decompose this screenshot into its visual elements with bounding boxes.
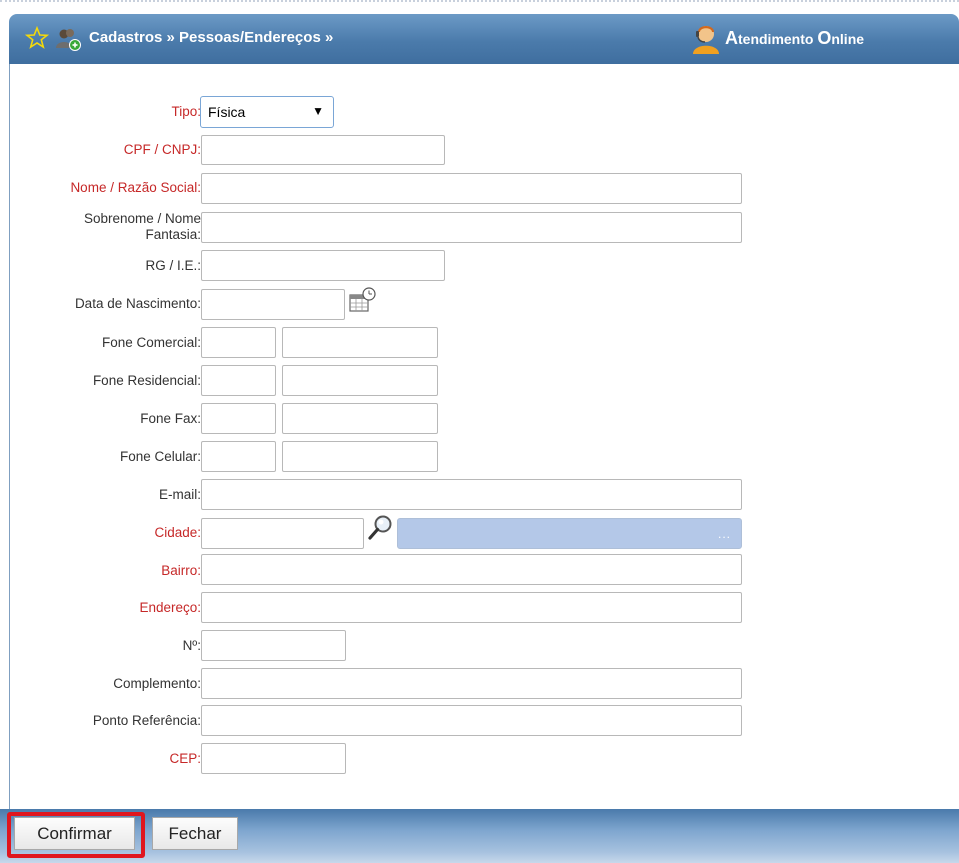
cidade-dots: ... [717,527,731,541]
cpf-field[interactable] [201,135,445,165]
ponto-referencia-field[interactable] [201,705,742,736]
cidade-name-display: ... [397,518,742,549]
tipo-label: Tipo: [171,104,201,119]
online-support-label: Atendimento Online [725,27,865,48]
email-label: E-mail: [158,487,201,502]
confirm-button[interactable]: Confirmar [14,817,135,850]
nome-label: Nome / Razão Social: [70,180,201,195]
fone-celular-ddd-field[interactable] [201,441,276,472]
fone-fax-number-field[interactable] [282,403,438,434]
numero-field[interactable] [201,630,346,661]
sobrenome-label-line2: Fantasia: [145,227,201,242]
support-agent-icon [693,26,719,54]
chevron-down-icon: ▼ [312,104,324,118]
endereco-field[interactable] [201,592,742,623]
top-dotted-border [0,0,959,9]
footer-bar [0,809,959,863]
cpf-label: CPF / CNPJ: [123,142,201,157]
fone-residencial-number-field[interactable] [282,365,438,396]
header-bar: Cadastros » Pessoas/Endereços » Atendime… [9,14,959,64]
rg-field[interactable] [201,250,445,281]
complemento-field[interactable] [201,668,742,699]
fone-celular-number-field[interactable] [282,441,438,472]
bairro-field[interactable] [201,554,742,585]
nome-field[interactable] [201,173,742,204]
email-field[interactable] [201,479,742,510]
sobrenome-field[interactable] [201,212,742,243]
fone-celular-label: Fone Celular: [119,449,201,464]
fone-residencial-label: Fone Residencial: [92,373,201,388]
nascimento-field[interactable] [201,289,345,320]
cep-label: CEP: [169,751,201,766]
sobrenome-label-line1: Sobrenome / Nome [83,211,201,226]
calendar-icon[interactable] [348,287,378,315]
fone-fax-label: Fone Fax: [140,411,201,426]
ponto-referencia-label: Ponto Referência: [92,713,201,728]
fone-comercial-ddd-field[interactable] [201,327,276,358]
star-icon[interactable] [25,26,49,50]
fone-residencial-ddd-field[interactable] [201,365,276,396]
fone-fax-ddd-field[interactable] [201,403,276,434]
users-add-icon [56,29,81,51]
fone-comercial-label: Fone Comercial: [101,335,201,350]
close-button[interactable]: Fechar [152,817,238,850]
cidade-label: Cidade: [154,525,201,540]
nascimento-label: Data de Nascimento: [74,296,201,311]
search-icon[interactable] [366,514,396,542]
tipo-select[interactable]: Física ▼ [200,96,334,128]
numero-label: Nº: [182,638,201,653]
fone-comercial-number-field[interactable] [282,327,438,358]
complemento-label: Complemento: [113,676,201,691]
online-support-link[interactable]: Atendimento Online [689,20,864,56]
cep-field[interactable] [201,743,346,774]
bairro-label: Bairro: [161,563,201,578]
cidade-code-field[interactable] [201,518,364,549]
tipo-select-value: Física [208,104,246,120]
rg-label: RG / I.E.: [145,258,201,273]
breadcrumb: Cadastros » Pessoas/Endereços » [89,29,334,46]
endereco-label: Endereço: [139,600,201,615]
